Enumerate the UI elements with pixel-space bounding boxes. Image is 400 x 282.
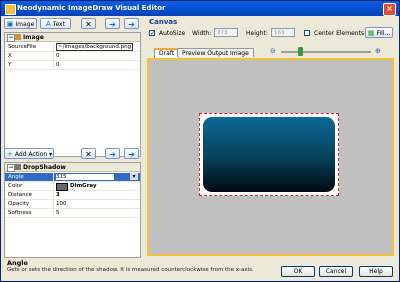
add-action-button[interactable]: + Add Action ▾ (4, 148, 54, 159)
design-canvas[interactable] (147, 58, 394, 256)
width-label: Width: (192, 30, 212, 37)
help-button[interactable]: Help (359, 266, 393, 277)
chevron-down-icon[interactable]: ▾ (130, 173, 138, 180)
property-row[interactable]: SourceFile ~/images/background.png (5, 43, 140, 52)
close-icon[interactable]: × (383, 3, 396, 16)
property-row[interactable]: Opacity 100 (5, 200, 140, 209)
property-row[interactable]: Y0 (5, 61, 140, 70)
height-input[interactable]: 163 (271, 28, 295, 37)
autosize-label: AutoSize (159, 30, 186, 37)
height-label: Height: (246, 30, 268, 37)
arrow-right-icon: ➔ (109, 150, 116, 159)
delete-icon: ✕ (85, 20, 92, 29)
delete-element-button[interactable]: ✕ (81, 18, 96, 29)
zoom-slider[interactable] (281, 51, 371, 53)
zoom-slider-thumb[interactable] (298, 47, 303, 56)
left-pane: ▣ Image A Text ✕ ➔ ➔ − Image SourceFile ~/i… (4, 18, 141, 258)
fill-button[interactable]: ▦ Fill... (365, 27, 393, 38)
property-row[interactable]: Color DimGray (5, 182, 140, 191)
chevron-down-icon: ▾ (49, 151, 53, 158)
add-icon: + (7, 150, 13, 158)
autosize-checkbox[interactable]: ✓ (149, 30, 155, 37)
image-icon (15, 34, 21, 40)
zoom-out-icon[interactable]: ⊖ (270, 47, 276, 55)
help-title: Angle (7, 259, 28, 267)
shadow-icon (15, 164, 21, 170)
center-elements-label: Center Elements (314, 30, 365, 37)
angle-input[interactable]: 315 (56, 174, 114, 180)
add-text-button[interactable]: A Text (40, 18, 71, 29)
arrow-right-icon: ➔ (128, 150, 135, 159)
fill-icon: ▦ (367, 29, 375, 37)
window-title: Neodynamic ImageDraw Visual Editor (17, 4, 166, 12)
arrow-right-icon: ➔ (109, 20, 116, 29)
property-row[interactable]: X0 (5, 52, 140, 61)
property-row[interactable]: Softness 5 (5, 209, 140, 218)
sourcefile-input[interactable]: ~/images/background.png (56, 43, 134, 51)
move-up-button[interactable]: ➔ (105, 18, 120, 29)
dropshadow-group-header[interactable]: − DropShadow (5, 163, 140, 172)
help-description: Gets or sets the direction of the shadow… (7, 267, 254, 273)
color-swatch (56, 183, 68, 191)
editor-window: Neodynamic ImageDraw Visual Editor × ▣ Im… (0, 0, 400, 282)
cancel-button[interactable]: Cancel (319, 266, 353, 277)
text-icon: A (46, 20, 51, 28)
image-icon: ▣ (6, 20, 14, 28)
delete-action-button[interactable]: ✕ (81, 148, 96, 159)
delete-icon: ✕ (85, 150, 92, 159)
tab-preview-output[interactable]: Preview Output Image (177, 48, 254, 57)
arrow-right-icon: ➔ (128, 20, 135, 29)
element-properties-grid: − Image SourceFile ~/images/background.pn… (4, 32, 141, 157)
collapse-icon[interactable]: − (7, 164, 15, 172)
action-down-button[interactable]: ➔ (124, 148, 139, 159)
canvas-section-title: Canvas (149, 18, 178, 26)
ok-button[interactable]: OK (281, 266, 315, 277)
action-properties-grid: − DropShadow Angle 315 ▾ Color DimGray Dist… (4, 162, 141, 258)
collapse-icon[interactable]: − (7, 34, 15, 42)
app-icon (5, 4, 16, 15)
move-down-button[interactable]: ➔ (124, 18, 139, 29)
canvas-pane: Canvas ✓ AutoSize Width: 273 Height: 163… (144, 18, 396, 258)
tab-draft[interactable]: Draft (154, 48, 180, 58)
title-bar: Neodynamic ImageDraw Visual Editor × (1, 1, 399, 16)
background-image (203, 117, 335, 192)
property-row[interactable]: Distance 3 (5, 191, 140, 200)
image-group-header[interactable]: − Image (5, 33, 140, 42)
zoom-in-icon[interactable]: ⊕ (375, 47, 381, 55)
action-up-button[interactable]: ➔ (105, 148, 120, 159)
add-image-button[interactable]: ▣ Image (4, 18, 37, 29)
image-element[interactable] (199, 113, 339, 196)
property-row-selected[interactable]: Angle 315 ▾ (5, 173, 140, 182)
width-input[interactable]: 273 (214, 28, 238, 37)
center-elements-checkbox[interactable] (304, 30, 310, 36)
